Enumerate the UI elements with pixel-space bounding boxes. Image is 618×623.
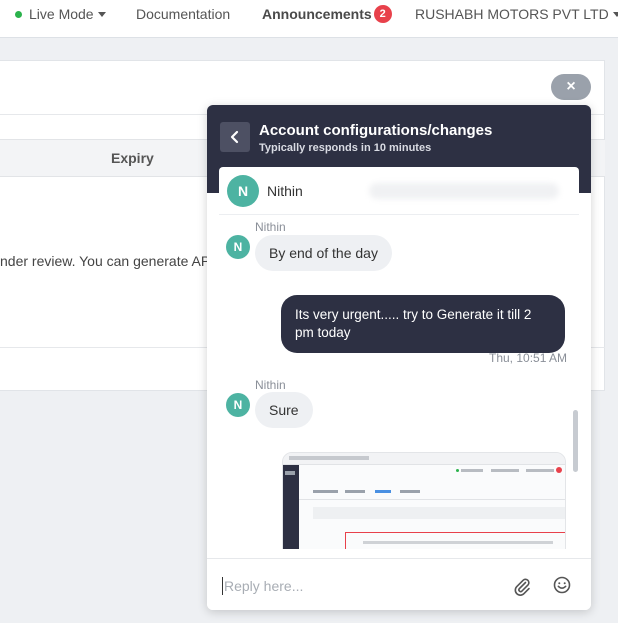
message-list[interactable]: Nithin N By end of the day Its very urge… xyxy=(219,215,579,549)
company-dropdown[interactable]: RUSHABH MOTORS PVT LTD xyxy=(415,5,618,23)
announcements-link[interactable]: Announcements 2 xyxy=(262,5,392,24)
attachment-tab xyxy=(400,490,420,493)
attachment-live-dot xyxy=(456,469,459,472)
attachment-table-header xyxy=(313,507,565,519)
announcements-count-badge: 2 xyxy=(373,5,392,24)
attachment-text-line xyxy=(363,541,553,544)
incoming-message: Sure xyxy=(255,392,313,428)
attachment-url xyxy=(289,456,369,460)
composer xyxy=(207,558,591,610)
message-avatar: N xyxy=(226,393,250,417)
chat-title: Account configurations/changes xyxy=(259,122,493,139)
attachment-nav xyxy=(526,469,554,472)
smiley-icon[interactable] xyxy=(552,575,572,595)
caret-down-icon xyxy=(97,11,106,17)
reply-input[interactable] xyxy=(222,577,492,595)
announcements-label: Announcements xyxy=(262,6,372,22)
live-status-dot xyxy=(15,10,22,18)
message-sender: Nithin xyxy=(255,378,286,392)
paperclip-icon[interactable] xyxy=(512,576,532,596)
agent-name: Nithin xyxy=(267,183,303,199)
scrollbar[interactable] xyxy=(573,410,578,472)
caret-down-icon xyxy=(612,11,618,17)
mode-label: Live Mode xyxy=(29,6,94,22)
attachment-tab xyxy=(313,490,338,493)
message-sender: Nithin xyxy=(255,220,286,234)
chevron-left-icon xyxy=(230,130,239,144)
agent-avatar: N xyxy=(227,175,259,207)
agent-bar: N Nithin xyxy=(219,167,579,215)
expiry-column-header: Expiry xyxy=(111,150,154,166)
image-attachment[interactable] xyxy=(282,452,566,549)
documentation-link[interactable]: Documentation xyxy=(136,5,230,23)
blurred-content xyxy=(369,183,559,199)
attachment-divider xyxy=(299,499,565,500)
close-icon: × xyxy=(566,78,576,95)
chat-subtitle: Typically responds in 10 minutes xyxy=(259,142,432,154)
message-timestamp: Thu, 10:51 AM xyxy=(489,351,568,365)
attachment-nav xyxy=(491,469,519,472)
back-button[interactable] xyxy=(220,122,250,152)
company-name: RUSHABH MOTORS PVT LTD xyxy=(415,6,609,22)
attachment-browser-bar xyxy=(283,453,565,465)
review-message: nder review. You can generate API xyxy=(0,253,215,269)
attachment-nav xyxy=(461,469,483,472)
attachment-sidebar xyxy=(283,465,299,549)
mode-dropdown[interactable]: Live Mode xyxy=(15,5,106,23)
close-chat-button[interactable]: × xyxy=(551,74,591,100)
attachment-tab xyxy=(375,490,391,493)
top-nav: Live Mode Documentation Announcements 2 R… xyxy=(0,0,618,38)
attachment-logo xyxy=(285,471,295,475)
chat-widget: Account configurations/changes Typically… xyxy=(207,105,591,610)
outgoing-message: Its very urgent..... try to Generate it … xyxy=(281,295,565,353)
incoming-message: By end of the day xyxy=(255,235,392,271)
message-avatar: N xyxy=(226,235,250,259)
attachment-tab xyxy=(345,490,365,493)
attachment-badge xyxy=(556,467,562,473)
